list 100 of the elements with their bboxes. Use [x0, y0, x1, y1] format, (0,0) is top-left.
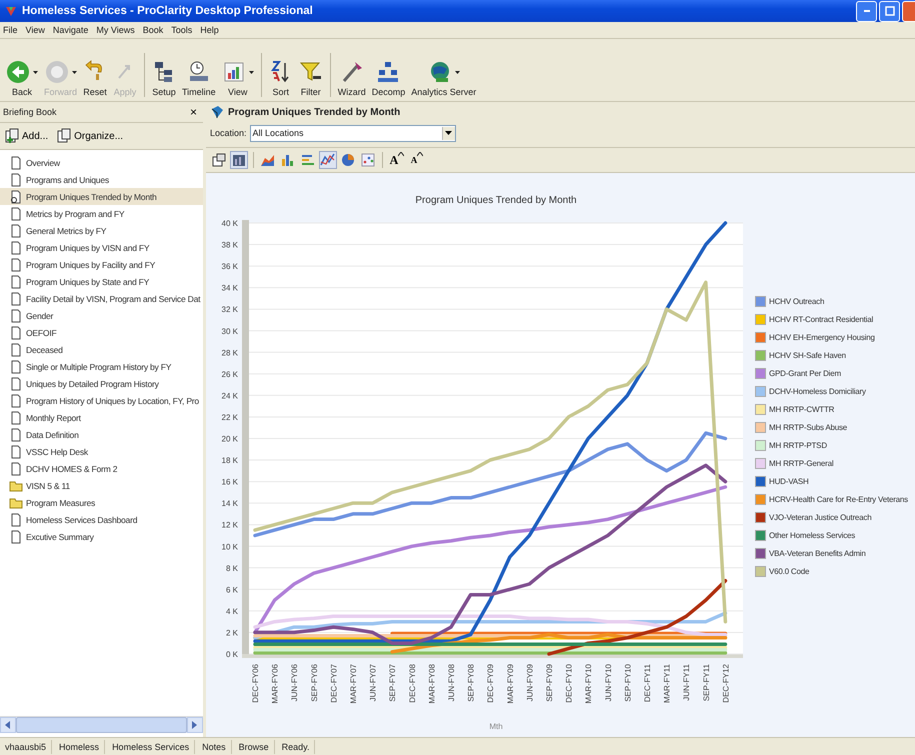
- document-icon: [9, 258, 23, 272]
- list-item[interactable]: Program Uniques by State and FY: [0, 273, 203, 290]
- document-icon: [9, 274, 23, 288]
- font-size-button[interactable]: A: [408, 151, 426, 169]
- dropdown-arrow-icon[interactable]: [445, 131, 452, 135]
- toolbar-button[interactable]: Setup: [150, 60, 178, 97]
- organize-button[interactable]: Organize...: [56, 128, 124, 144]
- toolbar-button[interactable]: Wizard: [336, 60, 368, 97]
- toolbar-button[interactable]: Reset: [81, 60, 110, 97]
- list-item[interactable]: Programs and Uniques: [0, 171, 203, 188]
- list-item[interactable]: Homeless Services Dashboard: [0, 511, 203, 528]
- list-item[interactable]: Deceased: [0, 341, 203, 358]
- caret-icon: [454, 70, 460, 74]
- list-item[interactable]: Data Definition: [0, 426, 203, 443]
- pane-title: Briefing Book: [3, 107, 57, 117]
- toolbar-button[interactable]: Timeline: [180, 60, 218, 97]
- font-size-button[interactable]: A: [388, 151, 406, 169]
- toolbar-button[interactable]: Analytics Server: [409, 60, 478, 97]
- toolbar-button[interactable]: Filter: [296, 60, 325, 97]
- chart-tool-button[interactable]: [210, 151, 228, 169]
- axis-tick-label: 10 K: [222, 542, 238, 552]
- document-icon: [9, 462, 23, 476]
- axis-tick-label: 34 K: [222, 284, 238, 293]
- axis-tick-label: SEP-FY08: [466, 664, 476, 702]
- list-item[interactable]: Program Uniques by Facility and FY: [0, 256, 203, 273]
- menu-item[interactable]: My Views: [96, 25, 135, 35]
- location-dropdown[interactable]: All Locations: [250, 124, 456, 142]
- axis-tick-label: 12 K: [222, 520, 238, 530]
- scroll-right-button[interactable]: [187, 717, 203, 733]
- axis-tick-label: DEC-FY10: [564, 664, 574, 703]
- document-icon: [9, 360, 23, 374]
- properties-icon: [211, 152, 227, 168]
- list-item[interactable]: Excutive Summary: [0, 528, 203, 545]
- list-item[interactable]: VISN 5 & 11: [0, 477, 203, 494]
- list-item[interactable]: Overview: [0, 154, 203, 171]
- minimize-icon: [864, 10, 870, 12]
- document-icon: [9, 410, 23, 424]
- list-item[interactable]: VSSC Help Desk: [0, 443, 203, 460]
- legend-label: MH RRTP-PTSD: [769, 441, 827, 450]
- axis-tick-label: 18 K: [222, 456, 238, 466]
- list-item[interactable]: DCHV HOMES & Form 2: [0, 460, 203, 477]
- list-item[interactable]: Gender: [0, 307, 203, 324]
- axis-tick-label: DEC-FY11: [643, 664, 652, 702]
- maximize-button[interactable]: [879, 0, 900, 22]
- list-item[interactable]: Metrics by Program and FY: [0, 205, 203, 222]
- axis-tick-label: DEC-FY07: [329, 664, 338, 703]
- chart-tool-button[interactable]: [359, 151, 377, 169]
- legend-label: MH RRTP-General: [769, 459, 834, 468]
- add-button[interactable]: Add...: [4, 128, 48, 144]
- scrollbar-thumb[interactable]: [16, 717, 187, 733]
- list-item[interactable]: OEFOIF: [0, 324, 203, 341]
- legend-label: HUD-VASH: [769, 477, 809, 486]
- bar-chart-icon: [222, 60, 246, 84]
- axis-tick-label: 14 K: [222, 499, 238, 508]
- list-item[interactable]: Program Uniques by VISN and FY: [0, 239, 203, 256]
- status-pane: Browse: [234, 740, 275, 754]
- axis-tick-label: DEC-FY06: [251, 664, 260, 703]
- chart-tool-button[interactable]: [319, 151, 337, 169]
- document-icon: [9, 308, 23, 322]
- axis-tick-label: 8 K: [226, 564, 238, 573]
- axis-tick-label: JUN-FY08: [447, 664, 456, 702]
- axis-tick-label: JUN-FY11: [682, 664, 692, 701]
- toolbar-button[interactable]: View: [220, 60, 256, 97]
- status-pane: Homeless Services: [107, 740, 196, 754]
- axis-tick-label: SEP-FY07: [388, 664, 398, 702]
- window-title: Homeless Services - ProClarity Desktop Professional: [22, 5, 314, 17]
- document-icon: [9, 376, 23, 390]
- document-icon: [9, 224, 23, 238]
- scroll-left-button[interactable]: [0, 717, 16, 733]
- menu-item[interactable]: File: [3, 25, 18, 35]
- list-item[interactable]: Facility Detail by VISN, Program and Service Dat: [0, 290, 203, 307]
- axis-tick-label: 24 K: [222, 391, 238, 400]
- legend-label: Other Homeless Services: [769, 531, 856, 540]
- arrow-circle-icon: [6, 60, 30, 84]
- toolbar-button[interactable]: Back: [4, 60, 40, 97]
- chart-tool-button[interactable]: [339, 151, 357, 169]
- document-icon: [9, 240, 23, 254]
- menu-item[interactable]: Book: [142, 25, 164, 35]
- legend-label: VBA-Veteran Benefits Admin: [769, 549, 866, 558]
- list-item[interactable]: Program Measures: [0, 494, 203, 511]
- line-chart-icon: [320, 152, 336, 168]
- toolbar-button[interactable]: Sort: [266, 60, 295, 97]
- list-item[interactable]: Uniques by Detailed Program History: [0, 375, 203, 392]
- axis-title: Mth: [489, 722, 503, 731]
- list-item[interactable]: Program History of Uniques by Location, FY, Pro: [0, 392, 203, 409]
- menu-item[interactable]: Help: [200, 25, 219, 35]
- list-item[interactable]: Single or Multiple Program History by FY: [0, 358, 203, 375]
- axis-tick-label: SEP-FY10: [623, 664, 632, 702]
- list-item[interactable]: Monthly Report: [0, 409, 203, 426]
- menu-item[interactable]: Tools: [171, 25, 192, 35]
- minimize-button[interactable]: [856, 0, 877, 22]
- menu-item[interactable]: View: [26, 25, 45, 35]
- toolbar-button[interactable]: Decomp: [370, 60, 408, 97]
- list-item[interactable]: General Metrics by FY: [0, 222, 203, 239]
- horizontal-bar-icon: [300, 152, 316, 168]
- menu-item[interactable]: Navigate: [52, 25, 88, 35]
- close-button[interactable]: ×: [190, 105, 197, 119]
- list-item[interactable]: Program Uniques Trended by Month: [0, 188, 203, 205]
- caret-icon: [72, 70, 76, 74]
- pie-chart-icon: [340, 152, 356, 168]
